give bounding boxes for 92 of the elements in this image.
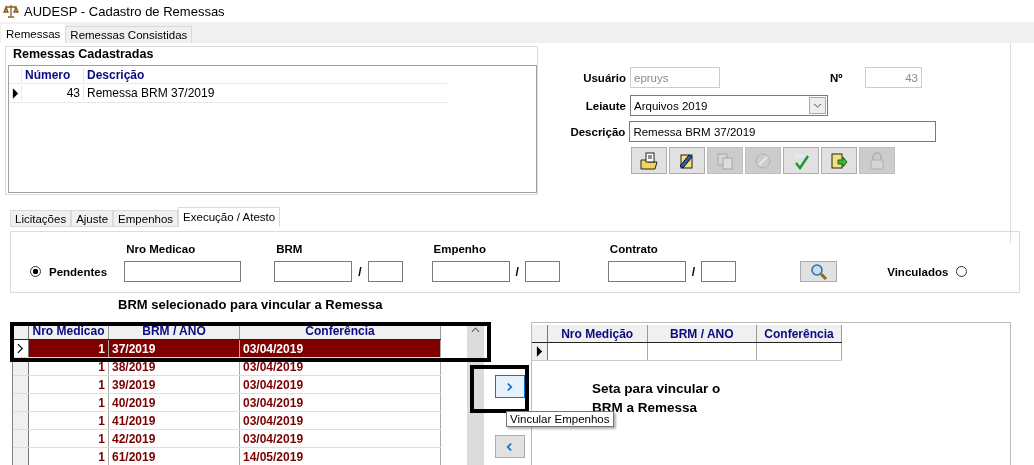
table-row[interactable]: 1 40/2019 03/04/2019 <box>13 394 441 412</box>
input-field[interactable] <box>367 261 403 282</box>
table-row[interactable]: 1 41/2019 03/04/2019 <box>13 412 441 430</box>
field-label: Nº <box>830 71 844 84</box>
table-cell: 37/2019 <box>109 340 240 357</box>
scroll-up-icon <box>471 327 480 333</box>
chevron-right-icon <box>506 381 513 392</box>
pencil-document-icon <box>678 151 696 170</box>
table-cell: 03/04/2019 <box>240 358 441 375</box>
section-caption: BRM selecionado para vincular a Remessa <box>118 297 384 314</box>
table-row[interactable]: 1 37/2019 03/04/2019 <box>13 340 441 358</box>
chevron-down-icon <box>809 97 826 114</box>
search-button[interactable] <box>800 261 838 282</box>
link-button[interactable] <box>494 375 525 398</box>
input-field[interactable] <box>701 261 737 282</box>
folder-document-icon <box>640 151 658 170</box>
column-header: BRM / ANO <box>109 322 240 339</box>
field-label: Contrato <box>609 243 659 255</box>
table-cell: 1 <box>29 358 109 375</box>
table-cell: 61/2019 <box>109 448 240 465</box>
table-cell: 1 <box>29 376 109 393</box>
input-field[interactable] <box>607 261 686 282</box>
table-cell: 03/04/2019 <box>240 430 441 447</box>
column-header: Nro Medição <box>547 325 648 342</box>
column-header: Nro Medicao <box>29 322 109 339</box>
tab[interactable]: Ajuste <box>71 210 114 227</box>
table-row[interactable]: 1 42/2019 03/04/2019 <box>13 430 441 448</box>
table-cell: 03/04/2019 <box>240 340 441 357</box>
cancel-icon <box>754 151 772 170</box>
field-label: Nro Medicao <box>126 243 197 255</box>
radio-label: Vinculados <box>887 265 949 278</box>
table-cell: 1 <box>29 394 109 411</box>
tab[interactable]: Execução / Atesto <box>178 207 281 227</box>
tab[interactable]: Empenhos <box>113 210 179 227</box>
tab[interactable]: Remessas <box>1 24 66 43</box>
separator-text: / <box>691 264 696 279</box>
radio-button[interactable] <box>30 266 41 277</box>
input-field[interactable] <box>524 261 560 282</box>
unlink-button[interactable] <box>494 435 525 458</box>
tab[interactable]: Remessas Consistidas <box>65 26 193 43</box>
separator-text: / <box>515 264 519 279</box>
table-cell: 1 <box>29 448 109 465</box>
input-field[interactable] <box>124 261 242 282</box>
copy-icon <box>716 151 734 170</box>
tooltip: Vincular Empenhos <box>506 411 614 427</box>
column-header: Conferência <box>757 325 842 342</box>
scales-icon <box>3 3 19 19</box>
table-cell: 43 <box>21 86 83 100</box>
table-cell: 40/2019 <box>109 394 240 411</box>
separator-text: / <box>358 264 362 279</box>
table-cell: Remessa BRM 37/2019 <box>83 86 447 100</box>
row-pointer-icon <box>17 343 24 354</box>
field-label: BRM <box>276 243 304 255</box>
table-cell: 03/04/2019 <box>240 376 441 393</box>
description-field[interactable]: Remessa BRM 37/2019 <box>629 121 936 142</box>
table-cell: 1 <box>29 412 109 429</box>
column-header: Descrição <box>83 67 447 82</box>
table-row[interactable]: 1 39/2019 03/04/2019 <box>13 376 441 394</box>
field-label: Empenho <box>433 243 487 255</box>
field-label: Leiaute <box>584 99 626 112</box>
field-label: Usuário <box>582 71 626 84</box>
table-cell: 1 <box>29 430 109 447</box>
input-field[interactable] <box>274 261 353 282</box>
lock-icon <box>868 151 886 170</box>
table-cell: 41/2019 <box>109 412 240 429</box>
spellcheck-icon <box>792 151 810 170</box>
table-cell: 14/05/2019 <box>240 448 441 465</box>
search-icon <box>809 262 828 281</box>
window-title: AUDESP - Cadastro de Remessas <box>24 3 225 19</box>
field-label: Descrição <box>570 125 626 138</box>
chevron-left-icon <box>506 441 513 452</box>
input-field[interactable] <box>431 261 510 282</box>
toolbar-button[interactable] <box>669 147 705 174</box>
table-row[interactable]: 1 38/2019 03/04/2019 <box>13 358 441 376</box>
table-cell: 42/2019 <box>109 430 240 447</box>
layout-dropdown[interactable]: Arquivos 2019 <box>630 95 828 116</box>
radio-label: Pendentes <box>49 265 108 278</box>
table-cell: 03/04/2019 <box>240 412 441 429</box>
column-header: BRM / ANO <box>647 325 758 342</box>
toolbar-button[interactable] <box>631 147 667 174</box>
column-header: Conferência <box>240 322 441 339</box>
table-row[interactable]: 1 61/2019 14/05/2019 <box>13 448 441 465</box>
radio-button[interactable] <box>956 266 968 277</box>
table-cell: 1 <box>29 340 109 357</box>
table-cell: 39/2019 <box>109 376 240 393</box>
column-header: Número <box>21 67 83 82</box>
row-pointer-icon <box>535 346 543 357</box>
export-icon <box>830 151 848 170</box>
group-title: Remessas Cadastradas <box>11 47 156 61</box>
table-cell: 38/2019 <box>109 358 240 375</box>
tab[interactable]: Licitações <box>10 210 72 227</box>
table-cell: 03/04/2019 <box>240 394 441 411</box>
